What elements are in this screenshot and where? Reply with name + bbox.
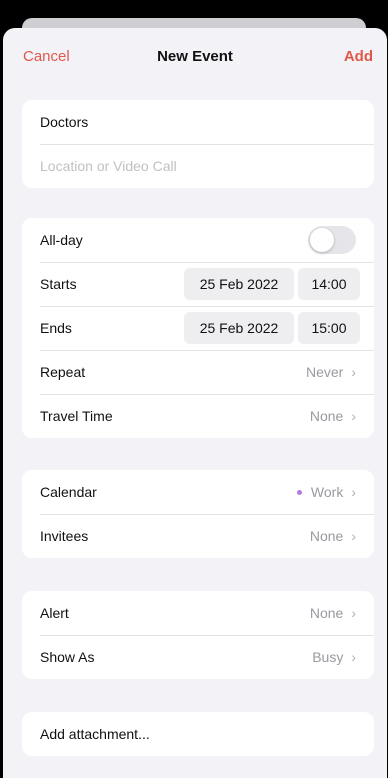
chevron-right-icon: › bbox=[351, 649, 356, 665]
new-event-sheet: Cancel New Event Add All-day Starts 25 F… bbox=[3, 28, 387, 778]
calendar-group: Calendar Work › Invitees None › bbox=[22, 470, 374, 558]
add-attachment-row[interactable]: Add attachment... bbox=[22, 712, 374, 756]
add-button[interactable]: Add bbox=[344, 48, 373, 65]
timing-group: All-day Starts 25 Feb 2022 14:00 Ends 25… bbox=[22, 218, 374, 438]
ends-row: Ends 25 Feb 2022 15:00 bbox=[22, 306, 374, 350]
alert-value-wrap: None › bbox=[310, 605, 356, 621]
alert-value: None bbox=[309, 605, 344, 621]
starts-date-button[interactable]: 25 Feb 2022 bbox=[184, 268, 294, 300]
invitees-value: None bbox=[309, 528, 344, 544]
cancel-button[interactable]: Cancel bbox=[23, 48, 70, 65]
add-attachment-label: Add attachment... bbox=[40, 726, 150, 742]
calendar-row[interactable]: Calendar Work › bbox=[22, 470, 374, 514]
attachment-group: Add attachment... bbox=[22, 712, 374, 756]
title-row[interactable] bbox=[22, 100, 374, 144]
calendar-label: Calendar bbox=[40, 484, 97, 500]
repeat-label: Repeat bbox=[40, 364, 86, 380]
ends-date-button[interactable]: 25 Feb 2022 bbox=[184, 312, 294, 344]
travel-value-wrap: None › bbox=[310, 408, 356, 424]
toggle-knob bbox=[310, 228, 334, 252]
invitees-row[interactable]: Invitees None › bbox=[22, 514, 374, 558]
allday-row: All-day bbox=[22, 218, 374, 262]
show-as-value: Busy bbox=[312, 649, 344, 665]
allday-toggle[interactable] bbox=[308, 226, 356, 254]
calendar-value: Work bbox=[310, 484, 344, 500]
chevron-right-icon: › bbox=[351, 484, 356, 500]
travel-time-row[interactable]: Travel Time None › bbox=[22, 394, 374, 438]
show-as-row[interactable]: Show As Busy › bbox=[22, 635, 374, 679]
chevron-right-icon: › bbox=[351, 364, 356, 380]
starts-time-button[interactable]: 14:00 bbox=[298, 268, 360, 300]
ends-time-button[interactable]: 15:00 bbox=[298, 312, 360, 344]
location-row[interactable] bbox=[22, 144, 374, 188]
calendar-value-wrap: Work › bbox=[296, 484, 356, 500]
starts-label: Starts bbox=[40, 276, 77, 292]
navigation-bar: Cancel New Event Add bbox=[3, 28, 387, 88]
show-as-label: Show As bbox=[40, 649, 95, 665]
travel-time-value: None bbox=[309, 408, 344, 424]
repeat-row[interactable]: Repeat Never › bbox=[22, 350, 374, 394]
chevron-right-icon: › bbox=[351, 528, 356, 544]
chevron-right-icon: › bbox=[351, 408, 356, 424]
alert-group: Alert None › Show As Busy › bbox=[22, 591, 374, 679]
invitees-label: Invitees bbox=[40, 528, 89, 544]
invitees-value-wrap: None › bbox=[310, 528, 356, 544]
allday-label: All-day bbox=[40, 232, 83, 248]
dot-icon bbox=[296, 489, 302, 495]
travel-time-label: Travel Time bbox=[40, 408, 113, 424]
title-location-group bbox=[22, 100, 374, 188]
starts-row: Starts 25 Feb 2022 14:00 bbox=[22, 262, 374, 306]
alert-label: Alert bbox=[40, 605, 69, 621]
title-field[interactable] bbox=[40, 114, 356, 130]
location-field[interactable] bbox=[40, 158, 356, 174]
alert-row[interactable]: Alert None › bbox=[22, 591, 374, 635]
repeat-value-wrap: Never › bbox=[306, 364, 356, 380]
chevron-right-icon: › bbox=[351, 605, 356, 621]
show-as-value-wrap: Busy › bbox=[312, 649, 356, 665]
ends-label: Ends bbox=[40, 320, 72, 336]
repeat-value: Never bbox=[305, 364, 344, 380]
